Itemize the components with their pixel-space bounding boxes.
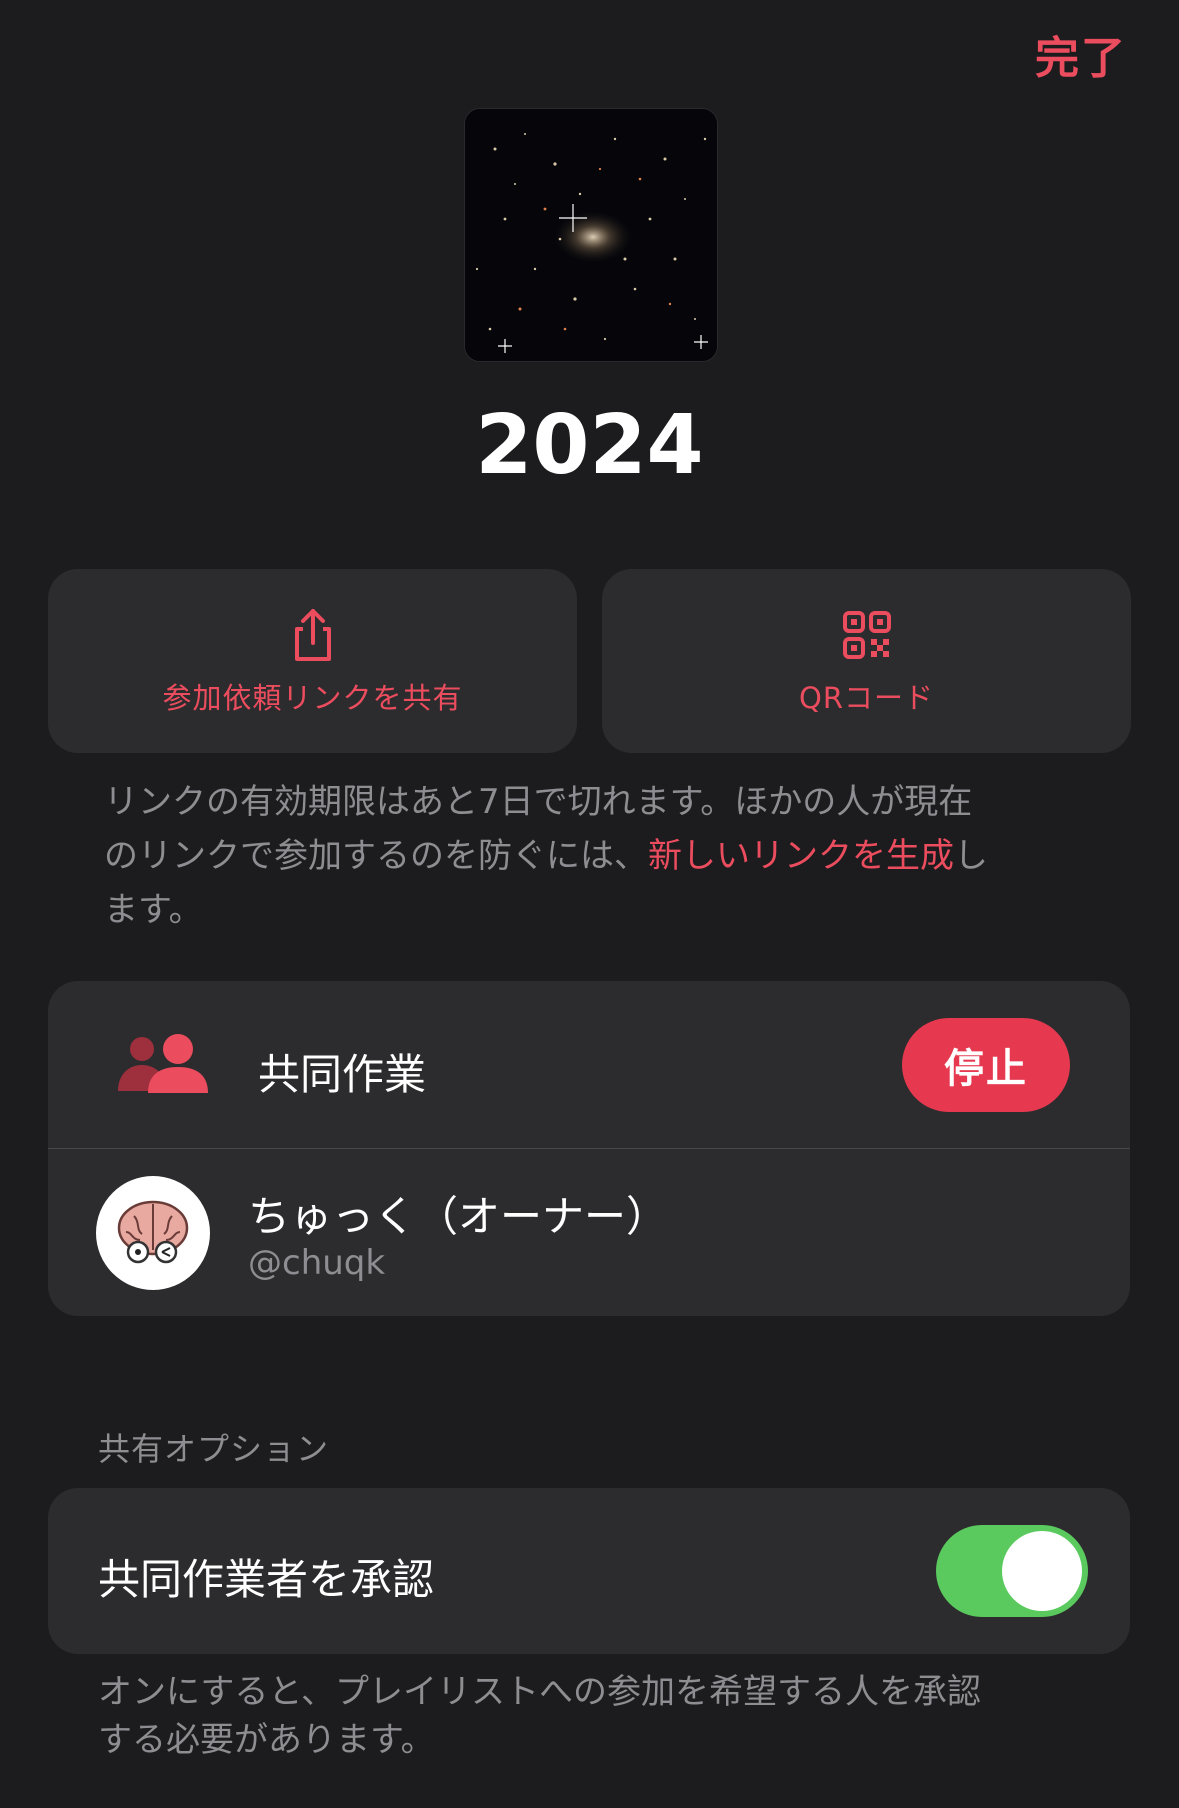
playlist-title: 2024 xyxy=(475,398,704,493)
link-note-line: のリンクで参加するのを防ぐには、新しいリンクを生成し xyxy=(104,829,1064,883)
people-icon xyxy=(118,1034,208,1093)
link-note-line: リンクの有効期限はあと7日で切れます。ほかの人が現在 xyxy=(104,782,973,822)
approve-note-line: オンにすると、プレイリストへの参加を希望する人を承認 xyxy=(98,1672,981,1712)
approve-collaborators-row: 共同作業者を承認 xyxy=(48,1488,1130,1654)
qr-code-icon xyxy=(842,611,891,659)
generate-new-link[interactable]: 新しいリンクを生成 xyxy=(648,836,954,876)
qr-code-label: QRコード xyxy=(799,681,934,715)
share-icon xyxy=(294,609,331,661)
link-note-text: のリンクで参加するのを防ぐには、 xyxy=(104,836,648,876)
collaboration-row: 共同作業 停止 xyxy=(48,981,1130,1148)
approve-note: オンにすると、プレイリストへの参加を希望する人を承認 する必要があります。 xyxy=(98,1668,1058,1764)
done-button[interactable]: 完了 xyxy=(1035,22,1127,86)
approve-collaborators-toggle[interactable] xyxy=(936,1525,1088,1617)
stop-collaboration-button[interactable]: 停止 xyxy=(902,1018,1070,1112)
owner-handle: @chuqk xyxy=(248,1243,386,1283)
approve-note-line: する必要があります。 xyxy=(98,1720,435,1760)
divider xyxy=(48,1148,1130,1149)
playlist-artwork xyxy=(464,108,718,362)
owner-name: ちゅっく（オーナー） xyxy=(248,1192,669,1241)
sharing-options-header: 共有オプション xyxy=(98,1430,330,1468)
share-invite-link-label: 参加依頼リンクを共有 xyxy=(162,681,463,715)
link-note-line: ます。 xyxy=(104,890,203,930)
avatar[interactable] xyxy=(96,1176,210,1290)
collaboration-label: 共同作業 xyxy=(258,1050,427,1099)
collaboration-card: 共同作業 停止 ちゅっく（オーナー） @chuqk xyxy=(48,981,1130,1316)
share-invite-link-button[interactable]: 参加依頼リンクを共有 xyxy=(48,569,577,753)
toggle-knob xyxy=(1002,1531,1082,1611)
link-expiry-note: リンクの有効期限はあと7日で切れます。ほかの人が現在 のリンクで参加するのを防ぐ… xyxy=(104,775,1064,937)
link-note-text: し xyxy=(954,836,988,876)
approve-collaborators-label: 共同作業者を承認 xyxy=(98,1555,435,1604)
qr-code-button[interactable]: QRコード xyxy=(602,569,1131,753)
